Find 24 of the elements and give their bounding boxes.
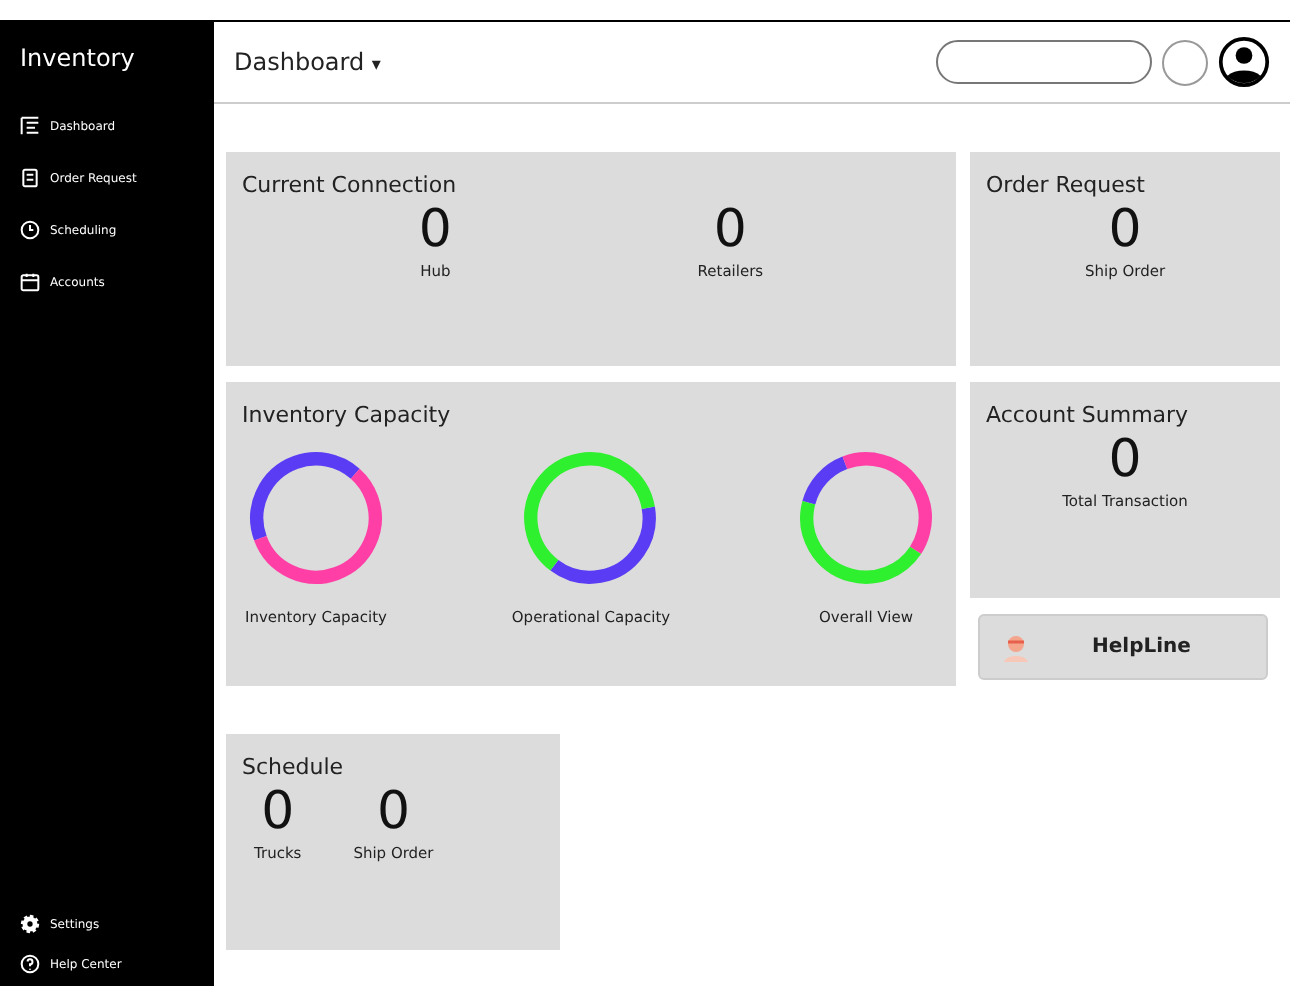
stat-value: 0 xyxy=(713,198,747,262)
settings-icon xyxy=(20,914,40,934)
app-title: Inventory xyxy=(20,44,137,72)
stat-value: 0 xyxy=(376,780,410,844)
dashboard-icon xyxy=(20,116,40,136)
stat-value: 0 xyxy=(418,198,452,262)
helpline-button[interactable]: HelpLine xyxy=(978,614,1268,680)
search-field[interactable] xyxy=(936,40,1152,84)
card-title: Account Summary xyxy=(986,402,1191,428)
document-icon xyxy=(20,168,40,188)
notification-button[interactable] xyxy=(1162,39,1208,85)
help-icon xyxy=(20,954,40,974)
calendar-icon xyxy=(20,272,40,292)
clock-icon xyxy=(20,220,40,240)
card-title: Inventory Capacity xyxy=(242,402,453,428)
stat-value: 0 xyxy=(1108,198,1142,262)
stat-value: 0 xyxy=(1108,428,1142,492)
stat-value: 0 xyxy=(261,780,295,844)
card-title: Current Connection xyxy=(242,172,459,198)
support-icon xyxy=(1000,631,1032,663)
card-title: Order Request xyxy=(986,172,1147,198)
avatar-icon[interactable] xyxy=(1218,36,1270,88)
dashboard-dropdown[interactable]: Dashboard ▾ xyxy=(234,48,381,76)
card-title: Schedule xyxy=(242,754,346,780)
